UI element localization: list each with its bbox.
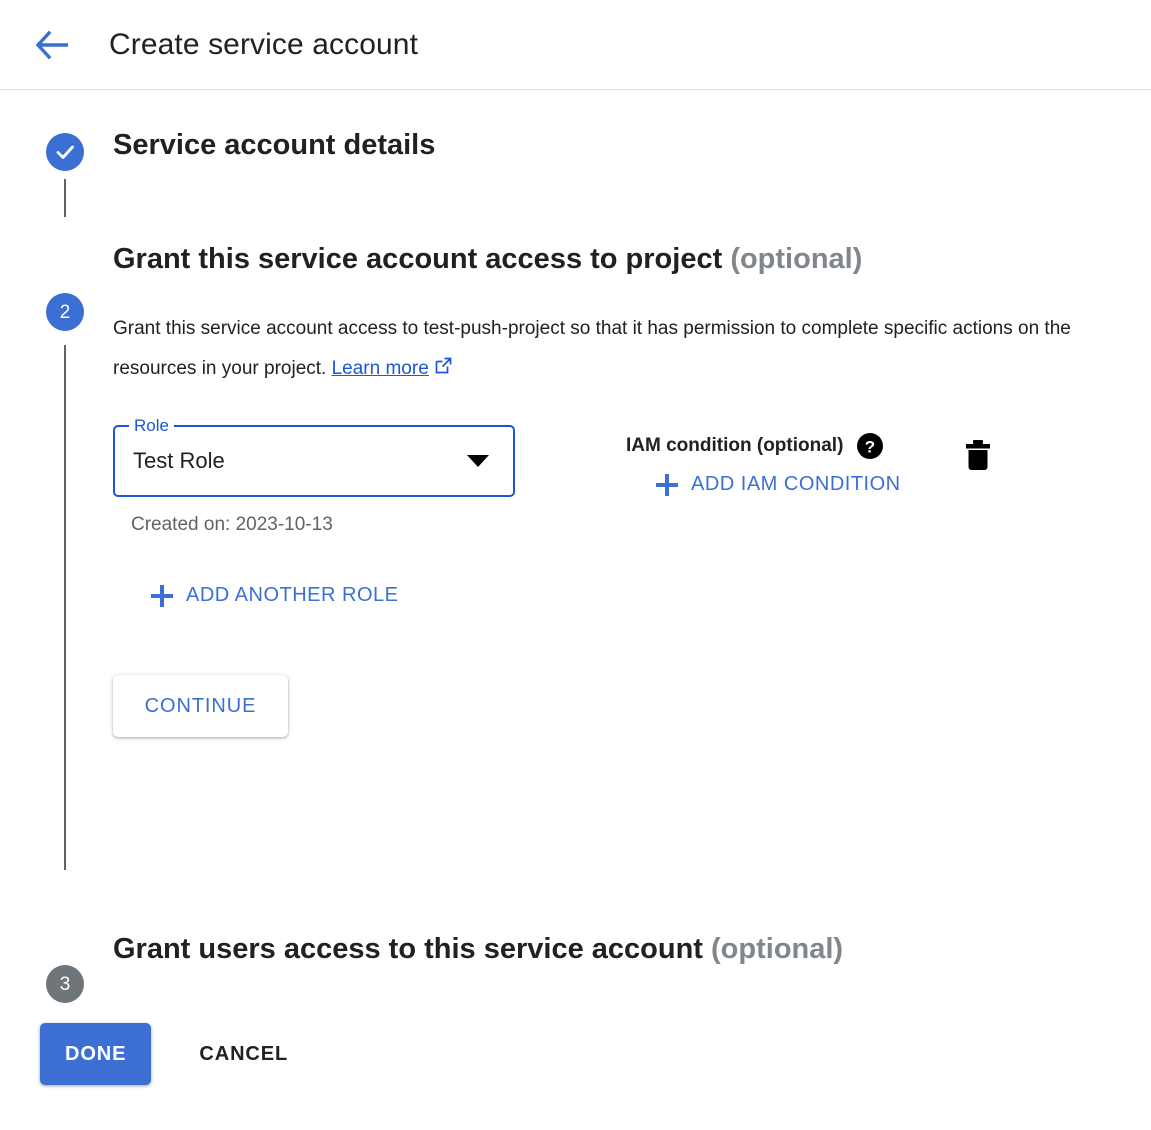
role-assignment-row: Role Test Role Created on: 2023-10-13 IA…: [113, 425, 1113, 536]
delete-role-button[interactable]: [963, 425, 993, 478]
role-field-label: Role: [129, 415, 174, 437]
step-2-content: Grant this service account access to pro…: [113, 155, 1113, 737]
step-connector-1: [64, 179, 66, 217]
step-3-number: 3: [60, 975, 71, 994]
step-3-title-text: Grant users access to this service accou…: [113, 933, 703, 965]
iam-condition-label: IAM condition (optional): [626, 435, 843, 457]
trash-icon: [963, 439, 993, 473]
page-title: Create service account: [109, 28, 418, 62]
step-2-title-text: Grant this service account access to pro…: [113, 243, 722, 275]
done-button[interactable]: DONE: [40, 1023, 151, 1085]
plus-icon: [151, 585, 173, 607]
role-created-on-hint: Created on: 2023-10-13: [131, 514, 515, 536]
add-iam-condition-label: ADD IAM CONDITION: [691, 473, 901, 496]
step-3-title: Grant users access to this service accou…: [113, 933, 843, 966]
role-field-wrapper: Role Test Role Created on: 2023-10-13: [113, 425, 515, 536]
create-service-account-stepper: Service account details 2 Grant this ser…: [0, 90, 1151, 155]
help-circle-icon[interactable]: ?: [857, 433, 883, 459]
step-1-status-icon: [46, 133, 84, 171]
iam-condition-label-row: IAM condition (optional) ?: [626, 433, 901, 459]
step-2-status-icon: 2: [46, 293, 84, 331]
step-3-status-icon: 3: [46, 965, 84, 1003]
add-iam-condition-button[interactable]: ADD IAM CONDITION: [656, 473, 901, 496]
cancel-button[interactable]: CANCEL: [199, 1043, 288, 1066]
learn-more-label: Learn more: [332, 358, 429, 379]
iam-condition-column: IAM condition (optional) ? ADD IAM CONDI…: [626, 425, 901, 496]
role-select[interactable]: Role Test Role: [113, 425, 515, 497]
check-icon: [53, 140, 77, 164]
step-2-title: Grant this service account access to pro…: [113, 155, 1063, 287]
add-another-role-button[interactable]: ADD ANOTHER ROLE: [151, 584, 451, 607]
arrow-back-icon: [35, 30, 71, 60]
plus-icon: [656, 474, 678, 496]
step-2-number: 2: [60, 303, 71, 322]
step-connector-2: [64, 345, 66, 870]
continue-button[interactable]: CONTINUE: [113, 675, 288, 737]
dialog-actions: DONE CANCEL: [40, 1023, 288, 1085]
page-header: Create service account: [0, 0, 1151, 90]
back-button[interactable]: [30, 22, 76, 68]
step-2-description-text: Grant this service account access to tes…: [113, 318, 1071, 379]
learn-more-link[interactable]: Learn more: [332, 358, 453, 379]
add-another-role-label: ADD ANOTHER ROLE: [186, 584, 398, 607]
step-2-optional-label: (optional): [730, 243, 862, 275]
chevron-down-icon: [467, 455, 489, 467]
svg-text:?: ?: [865, 438, 875, 457]
open-in-new-icon: [433, 351, 453, 391]
step-2-description: Grant this service account access to tes…: [113, 309, 1073, 391]
step-3-optional-label: (optional): [711, 933, 843, 965]
role-select-value: Test Role: [133, 448, 467, 474]
